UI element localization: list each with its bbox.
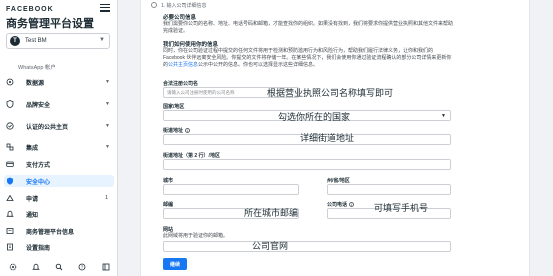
verified-page-icon [6,122,14,130]
requests-count-badge: 1 [105,195,108,201]
bell-icon[interactable] [31,262,40,271]
step-radio[interactable] [151,2,157,8]
layout-icon[interactable] [101,262,110,271]
street-annotation: 详细街道地址 [300,133,355,143]
sidebar-item-label: 通知 [26,212,39,219]
street2-input[interactable] [163,159,451,170]
usage-text: 同时，你在公司验证过程中提交的任何文件将用于检测和预防滥用行为和风险行为，帮助我… [163,48,453,69]
help-icon[interactable]: ? [78,262,87,271]
data-sources-icon [6,78,14,86]
usage-text-part-2: 公示中公开的信息。你也可以选择显示这些详细信息。 [198,62,319,68]
verification-form-panel: 1. 输入公司详细信息 必要公司信息 我们需要你公司的名称、地址、电话号码和邮箱… [140,0,530,276]
sidebar-item-label: 商务管理平台信息 [26,229,75,236]
street2-label: 街道地址（第 2 行）/地区 [163,153,220,159]
phone-annotation: 可填写手机号 [374,203,429,213]
state-label: 州/省/地区 [327,178,350,184]
sidebar-item-brand-safety[interactable]: 品牌安全 ▼ [4,98,114,110]
integrations-icon [6,143,14,151]
website-input[interactable] [163,241,451,252]
sidebar-item-label: 安全中心 [26,179,51,186]
guide-icon [6,243,14,251]
facebook-logo: FACEBOOK [6,6,54,13]
sidebar-item-label: 设置指南 [26,245,51,252]
company-name-label: 合法注册公司名 [163,81,199,87]
shield-icon [6,100,14,108]
sidebar-item-payment-methods[interactable]: 支付方式 [4,158,114,170]
phone-label: 公司电话 i [327,201,355,208]
chevron-down-icon: ▼ [441,113,446,119]
search-icon[interactable] [55,262,64,271]
page-info-link[interactable]: 公共主页信息 [168,62,198,68]
sidebar-item-label: 申请 [26,196,39,203]
business-avatar: T [10,36,20,46]
sidebar-item-label: 集成 [26,145,39,152]
zip-label: 邮编 [163,202,174,208]
info-icon[interactable]: i [185,128,191,134]
sidebar: FACEBOOK 商务管理平台设置 T Test BM ▼ WhatsApp 帐… [0,0,118,276]
country-label: 国家/地区 [163,104,185,110]
sidebar-item-business-info[interactable]: 商务管理平台信息 [4,225,114,237]
sidebar-footer: ? [4,262,114,271]
sidebar-item-setup-guide[interactable]: 设置指南 [4,241,114,253]
city-label: 城市 [163,178,174,184]
hamburger-menu-icon[interactable] [100,4,110,12]
info-icon [6,227,14,235]
state-input[interactable] [327,184,451,195]
payment-icon [6,160,14,168]
website-annotation: 公司官网 [252,241,289,251]
chevron-down-icon: ▼ [105,101,110,107]
chevron-down-icon: ▼ [105,144,110,150]
sidebar-item-label: 支付方式 [26,162,51,169]
page-title: 商务管理平台设置 [6,18,94,30]
sidebar-item-label: 品牌安全 [26,102,51,109]
sidebar-item-whatsapp-accounts[interactable]: WhatsApp 帐户 [18,63,56,71]
sidebar-item-data-sources[interactable]: 数据源 ▼ [4,76,114,88]
continue-button[interactable]: 继续 [163,258,187,270]
sidebar-item-label: 数据源 [26,80,45,87]
sidebar-item-verified-pages[interactable]: 认证的公共主页 ▼ [4,120,114,132]
country-annotation: 勾选你所在的国家 [278,112,351,122]
business-name: Test BM [25,38,47,44]
step-title: 1. 输入公司详细信息 [161,3,207,9]
bell-icon [6,210,14,218]
info-icon[interactable]: i [349,202,355,208]
zip-annotation: 所在城市邮编 [244,208,299,218]
chevron-down-icon: ▼ [105,123,110,129]
sidebar-item-label: 认证的公共主页 [26,124,69,131]
company-name-annotation: 根据营业执照公司名称填写即可 [267,88,394,98]
sidebar-item-requests[interactable]: 申请 1 [4,192,114,204]
requests-icon [6,194,14,202]
sidebar-item-notifications[interactable]: 通知 [4,208,114,220]
city-input[interactable] [163,184,299,195]
sidebar-item-security-center[interactable]: 安全中心 [4,175,114,187]
gear-icon[interactable] [8,262,17,271]
chevron-down-icon: ▼ [105,79,110,85]
usage-heading: 我们如何使用你的信息 [163,42,219,48]
required-info-text: 我们需要你公司的名称、地址、电话号码和邮箱，才能查找你的组织。如果没有找到，我们… [163,21,454,34]
sidebar-item-integrations[interactable]: 集成 ▼ [4,141,114,153]
chevron-down-icon: ▼ [99,37,105,43]
business-selector[interactable]: T Test BM ▼ [6,33,110,49]
street-label: 街道地址 i [163,127,191,134]
scrollbar[interactable] [548,0,552,276]
security-center-icon [6,177,14,185]
main-content: 1. 输入公司详细信息 必要公司信息 我们需要你公司的名称、地址、电话号码和邮箱… [118,0,553,276]
website-label: 网站 [163,227,174,233]
svg-text:?: ? [81,264,84,269]
required-info-heading: 必要公司信息 [163,15,197,21]
